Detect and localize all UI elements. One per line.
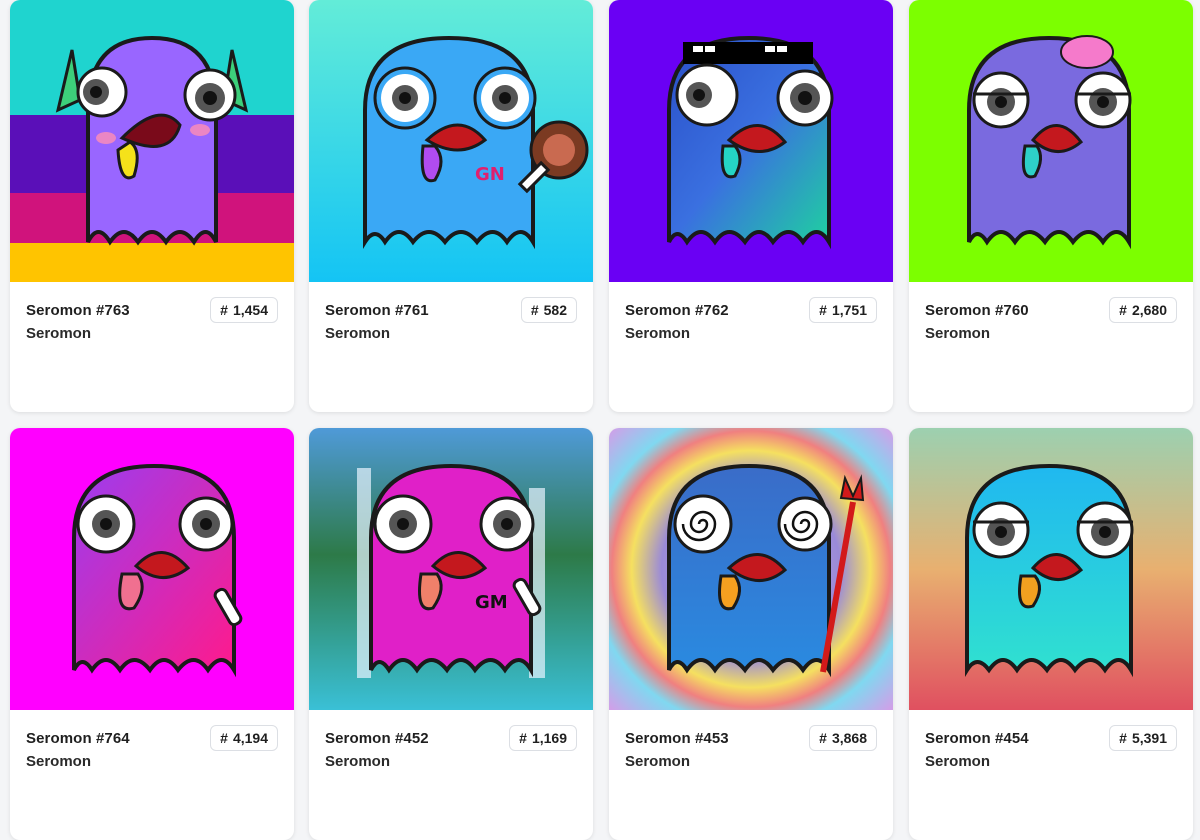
- rank-hash-icon: #: [819, 302, 827, 318]
- rank-value: 582: [543, 302, 567, 318]
- nft-info: Seromon #760 Seromon #2,680: [909, 282, 1193, 412]
- rank-hash-icon: #: [1119, 730, 1127, 746]
- rank-badge: #582: [520, 297, 577, 323]
- nft-image[interactable]: [909, 0, 1193, 282]
- nft-image[interactable]: [10, 0, 294, 282]
- svg-text:GM: GM: [475, 592, 508, 613]
- nft-image[interactable]: [10, 428, 294, 710]
- nft-name[interactable]: Seromon #454: [925, 730, 1029, 747]
- nft-info: Seromon #762 Seromon #1,751: [609, 282, 893, 412]
- nft-card[interactable]: Seromon #453 Seromon #3,868: [609, 428, 893, 840]
- rank-value: 5,391: [1131, 730, 1167, 746]
- nft-artwork: [609, 0, 893, 282]
- rank-value: 3,868: [831, 730, 867, 746]
- nft-info: Seromon #452 Seromon #1,169: [309, 710, 593, 840]
- nft-card[interactable]: GM Seromon #452 Seromon #1,169: [309, 428, 593, 840]
- nft-info: Seromon #453 Seromon #3,868: [609, 710, 893, 840]
- nft-name[interactable]: Seromon #761: [325, 302, 429, 319]
- nft-image[interactable]: [609, 0, 893, 282]
- rank-badge: #5,391: [1109, 725, 1177, 751]
- nft-collection[interactable]: Seromon: [26, 325, 91, 342]
- svg-text:GN: GN: [475, 164, 505, 185]
- nft-name[interactable]: Seromon #452: [325, 730, 429, 747]
- nft-collection[interactable]: Seromon: [925, 325, 990, 342]
- nft-info: Seromon #761 Seromon #582: [309, 282, 593, 412]
- rank-badge: #1,751: [809, 297, 877, 323]
- rank-badge: #4,194: [210, 725, 278, 751]
- nft-image[interactable]: GN: [309, 0, 593, 282]
- rank-badge: #1,169: [509, 725, 577, 751]
- rank-hash-icon: #: [519, 730, 527, 746]
- nft-name[interactable]: Seromon #764: [26, 730, 130, 747]
- nft-info: Seromon #763 Seromon #1,454: [10, 282, 294, 412]
- nft-artwork: [909, 0, 1193, 282]
- nft-image[interactable]: GM: [309, 428, 593, 710]
- nft-artwork: GN: [309, 0, 593, 282]
- nft-info: Seromon #764 Seromon #4,194: [10, 710, 294, 840]
- nft-card[interactable]: GN Seromon #761 Seromon #582: [309, 0, 593, 412]
- nft-name[interactable]: Seromon #762: [625, 302, 729, 319]
- rank-value: 1,169: [531, 730, 567, 746]
- rank-hash-icon: #: [220, 302, 228, 318]
- nft-collection[interactable]: Seromon: [625, 325, 690, 342]
- rank-badge: #3,868: [809, 725, 877, 751]
- rank-badge: #2,680: [1109, 297, 1177, 323]
- nft-card[interactable]: Seromon #763 Seromon #1,454: [10, 0, 294, 412]
- rank-badge: #1,454: [210, 297, 278, 323]
- nft-image[interactable]: [609, 428, 893, 710]
- nft-artwork: [10, 428, 294, 710]
- nft-artwork: [909, 428, 1193, 710]
- rank-hash-icon: #: [220, 730, 228, 746]
- rank-value: 1,751: [831, 302, 867, 318]
- nft-card[interactable]: Seromon #762 Seromon #1,751: [609, 0, 893, 412]
- rank-hash-icon: #: [530, 302, 539, 318]
- rank-value: 1,454: [232, 302, 268, 318]
- rank-hash-icon: #: [1119, 302, 1127, 318]
- nft-image[interactable]: [909, 428, 1193, 710]
- nft-info: Seromon #454 Seromon #5,391: [909, 710, 1193, 840]
- rank-value: 2,680: [1131, 302, 1167, 318]
- nft-artwork: [10, 0, 294, 282]
- nft-name[interactable]: Seromon #760: [925, 302, 1029, 319]
- nft-collection[interactable]: Seromon: [325, 325, 390, 342]
- nft-artwork: GM: [309, 428, 593, 710]
- nft-card[interactable]: Seromon #760 Seromon #2,680: [909, 0, 1193, 412]
- nft-card[interactable]: Seromon #454 Seromon #5,391: [909, 428, 1193, 840]
- rank-hash-icon: #: [819, 730, 827, 746]
- nft-card[interactable]: Seromon #764 Seromon #4,194: [10, 428, 294, 840]
- nft-artwork: [609, 428, 893, 710]
- rank-value: 4,194: [232, 730, 268, 746]
- nft-name[interactable]: Seromon #763: [26, 302, 130, 319]
- nft-grid: Seromon #763 Seromon #1,454 GN Seromon #…: [0, 0, 1200, 840]
- nft-name[interactable]: Seromon #453: [625, 730, 729, 747]
